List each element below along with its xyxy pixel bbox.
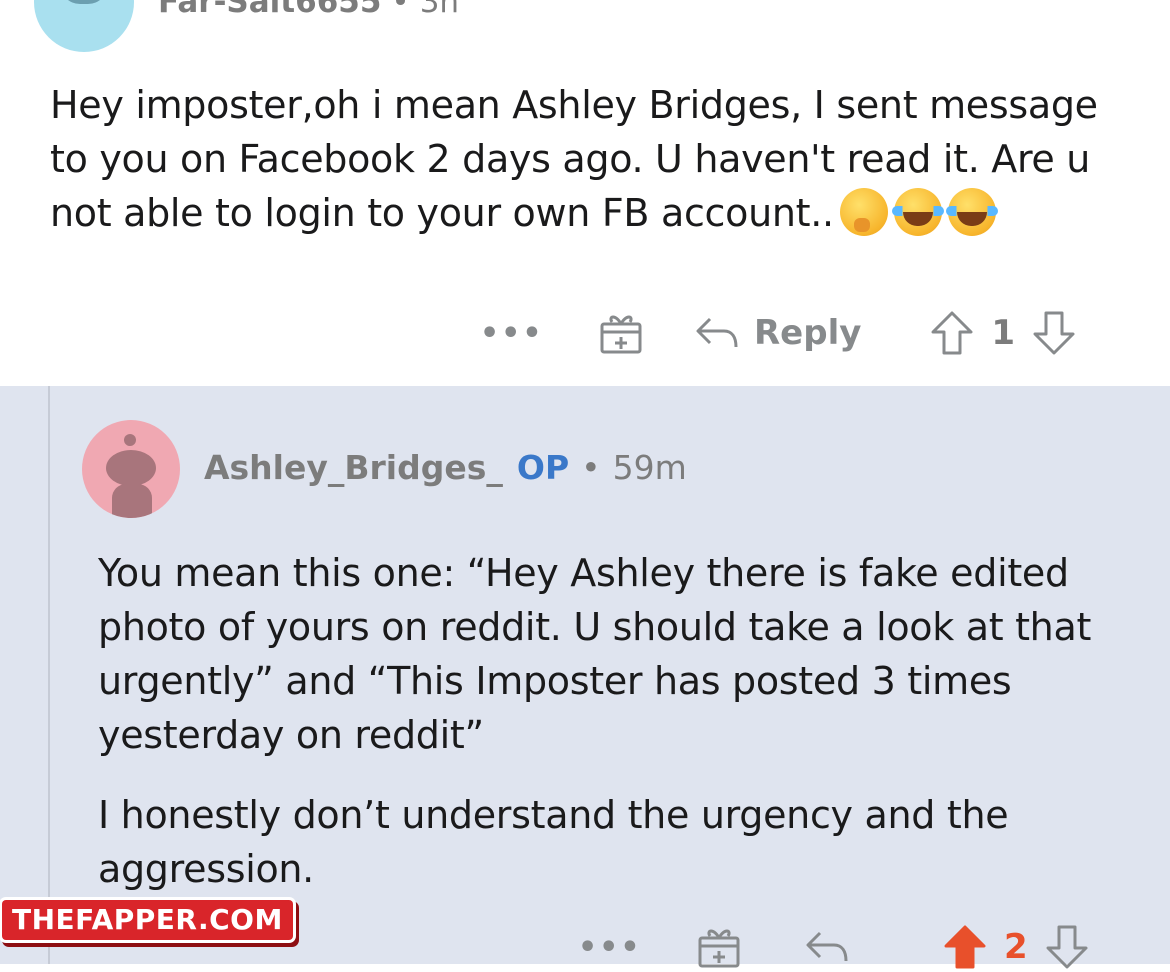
username[interactable]: Far-Salt6655	[158, 0, 381, 20]
reply-arrow-icon	[696, 317, 738, 348]
reply-label: Reply	[754, 313, 862, 353]
avatar[interactable]	[34, 0, 134, 52]
upvote-arrow-icon[interactable]	[929, 310, 975, 356]
gift-icon	[698, 929, 740, 968]
vote-count: 1	[991, 313, 1016, 353]
watermark: THEFAPPER.COM	[2, 900, 293, 940]
comment-meta: Far-Salt6655 • 3h	[158, 0, 459, 20]
vote-count: 2	[1004, 927, 1028, 967]
comment-paragraph: I honestly don’t understand the urgency …	[98, 793, 1009, 891]
tears-of-joy-emoji	[891, 188, 944, 236]
comment-reply: Ashley_Bridges_ OP • 59m You mean this one:…	[0, 386, 1170, 969]
comment-age: 3h	[419, 0, 460, 20]
username[interactable]: Ashley_Bridges_	[204, 448, 503, 487]
comment-age: 59m	[612, 448, 687, 487]
op-badge: OP	[516, 448, 570, 487]
reply-button[interactable]: Reply	[694, 313, 861, 353]
comment-top: Far-Salt6655 • 3h Hey imposter,oh i mean A…	[0, 0, 1170, 386]
vote-controls: 2	[942, 924, 1090, 970]
downvote-arrow-icon[interactable]	[1031, 310, 1077, 356]
separator-dot: •	[391, 0, 410, 20]
comment-actions: ••• Reply 1	[480, 308, 1077, 358]
upvote-arrow-icon[interactable]	[942, 924, 988, 970]
gift-icon	[600, 315, 642, 354]
reply-arrow-icon	[806, 931, 848, 962]
more-options-button[interactable]: •••	[480, 316, 542, 351]
downvote-arrow-icon[interactable]	[1044, 924, 1090, 970]
separator-dot: •	[581, 448, 601, 487]
award-button[interactable]	[696, 924, 742, 970]
tears-of-joy-emoji	[945, 188, 998, 236]
vote-controls: 1	[929, 310, 1077, 356]
comment-meta: Ashley_Bridges_ OP • 59m	[204, 448, 687, 487]
more-options-button[interactable]: •••	[578, 930, 640, 965]
comment-body: You mean this one: “Hey Ashley there is …	[98, 546, 1138, 922]
reply-button[interactable]	[804, 927, 864, 967]
award-button[interactable]	[598, 310, 644, 356]
comment-actions: ••• 2	[578, 922, 1090, 972]
comment-paragraph: You mean this one: “Hey Ashley there is …	[98, 551, 1092, 757]
thinking-face-emoji	[839, 188, 888, 236]
avatar[interactable]	[82, 420, 180, 518]
thread-line[interactable]	[48, 386, 50, 964]
comment-body: Hey imposter,oh i mean Ashley Bridges, I…	[50, 78, 1130, 240]
